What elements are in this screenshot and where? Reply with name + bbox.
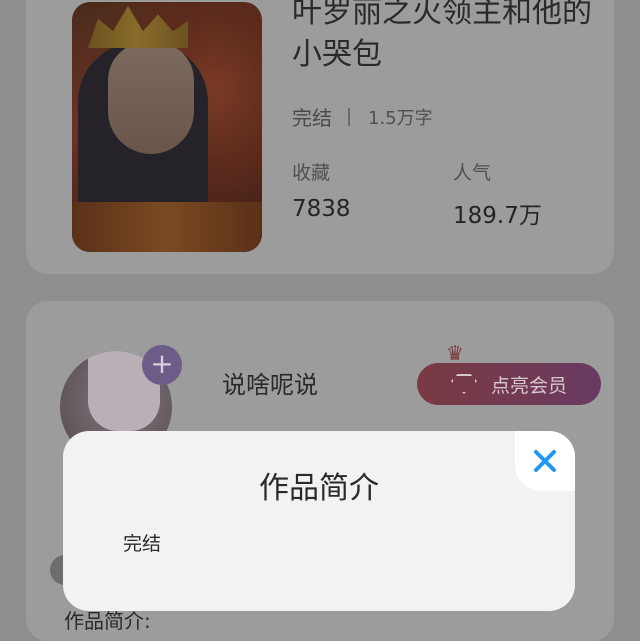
author-name[interactable]: 说啥呢说 xyxy=(222,365,318,400)
book-info-card: 叶罗丽之火领主和他的小哭包 完结 1.5万字 收藏 7838 人气 189.7万 xyxy=(26,0,614,274)
crown-icon: ♛ xyxy=(446,341,464,365)
dialog-title: 作品简介 xyxy=(259,471,379,506)
cover-crown xyxy=(88,6,188,48)
close-button[interactable] xyxy=(515,431,575,491)
book-meta: 完结 1.5万字 xyxy=(292,102,433,131)
popularity-label: 人气 xyxy=(453,162,492,184)
diamond-icon xyxy=(450,374,477,394)
vip-button[interactable]: 点亮会员 xyxy=(417,363,601,405)
favorites-value: 7838 xyxy=(292,196,351,222)
meta-divider xyxy=(348,107,350,126)
favorites-label: 收藏 xyxy=(292,162,331,184)
book-word-count: 1.5万字 xyxy=(368,107,433,129)
close-icon xyxy=(534,450,556,472)
cover-face xyxy=(108,42,194,154)
book-status: 完结 xyxy=(292,106,332,130)
popularity-value: 189.7万 xyxy=(453,203,542,229)
book-title: 叶罗丽之火领主和他的小哭包 xyxy=(292,0,592,72)
synopsis-dialog: 作品简介 完结 xyxy=(63,431,575,611)
follow-button[interactable]: + xyxy=(142,345,182,385)
book-cover-image[interactable] xyxy=(72,2,262,252)
vip-button-label: 点亮会员 xyxy=(490,374,567,397)
cover-robe xyxy=(72,202,262,252)
dialog-body-text: 完结 xyxy=(123,533,162,555)
